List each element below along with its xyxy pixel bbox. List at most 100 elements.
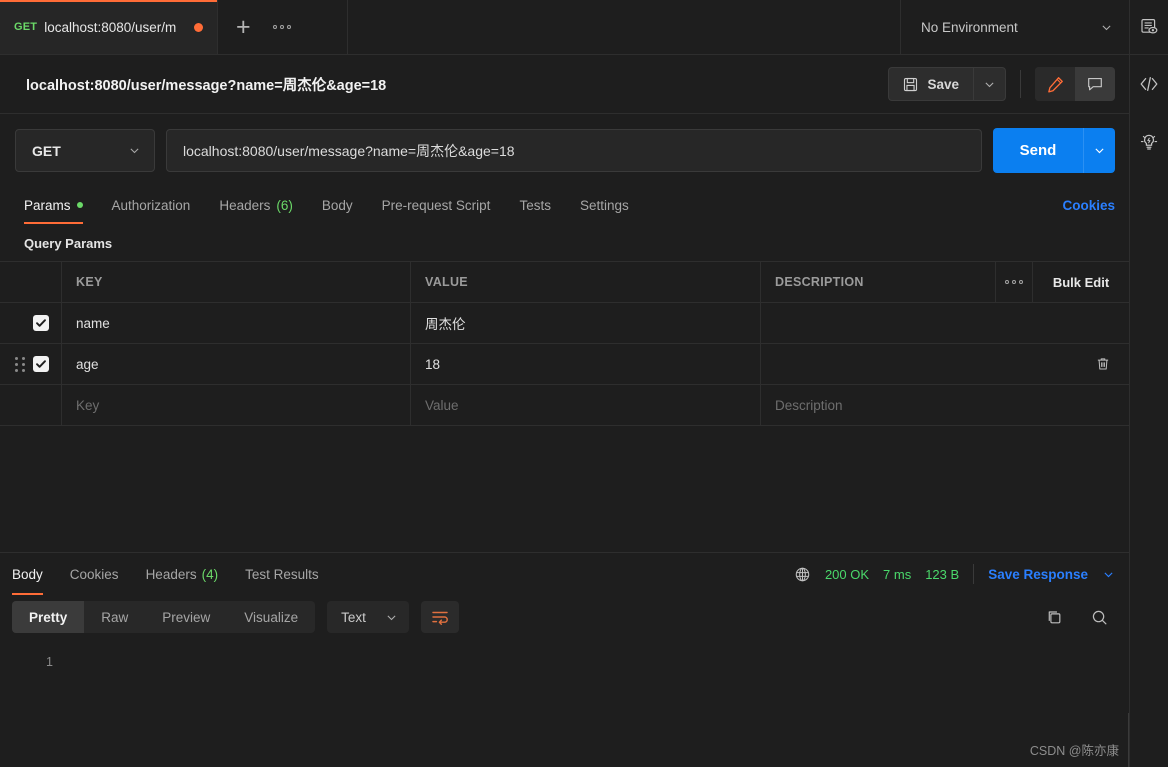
- save-options-button[interactable]: [973, 67, 1006, 101]
- tab-headers[interactable]: Headers (6): [219, 186, 293, 224]
- row-description-cell[interactable]: Description: [761, 385, 1129, 425]
- check-icon: [36, 360, 46, 368]
- key-placeholder: Key: [76, 397, 100, 413]
- response-tabs: Body Cookies Headers (4) Test Results 20…: [0, 553, 1129, 595]
- tab-label: Pre-request Script: [381, 197, 491, 213]
- right-sidebar: [1129, 0, 1168, 767]
- bulk-edit-button[interactable]: Bulk Edit: [1033, 262, 1129, 302]
- request-empty-area: [0, 426, 1129, 553]
- send-button[interactable]: Send: [993, 128, 1083, 173]
- table-row: age 18: [0, 344, 1129, 385]
- postman-window: GET localhost:8080/user/m + No Environme…: [0, 0, 1168, 767]
- tab-label: Params: [24, 197, 71, 213]
- response-format-select[interactable]: Text: [327, 601, 410, 633]
- response-view-controls: Pretty Raw Preview Visualize Text: [0, 595, 1129, 641]
- tab-label: Headers: [219, 197, 271, 213]
- cookies-link[interactable]: Cookies: [1062, 198, 1115, 213]
- param-value: 18: [425, 356, 441, 372]
- save-group: Save: [888, 67, 1006, 101]
- tab-label: Authorization: [111, 197, 191, 213]
- code-snippet-button[interactable]: [1130, 55, 1168, 113]
- delete-param-button[interactable]: [1095, 356, 1111, 372]
- row-checkbox-cell: [0, 344, 62, 384]
- tab-title-label: localhost:8080/user/m: [44, 19, 177, 35]
- header-tools: [1035, 67, 1115, 101]
- params-modified-dot: [76, 202, 83, 208]
- comment-icon: [1088, 78, 1102, 91]
- response-tab-cookies[interactable]: Cookies: [70, 553, 119, 595]
- response-tab-body[interactable]: Body: [12, 553, 43, 595]
- param-value: 周杰伦: [425, 317, 466, 332]
- view-mode-pretty[interactable]: Pretty: [12, 601, 85, 633]
- environment-label: No Environment: [921, 19, 1018, 35]
- search-icon[interactable]: [1090, 608, 1109, 627]
- watermark-edge: [1128, 713, 1129, 767]
- tab-label: Settings: [579, 197, 629, 213]
- row-key-cell[interactable]: Key: [62, 385, 411, 425]
- tab-actions: +: [218, 0, 348, 54]
- param-checkbox[interactable]: [33, 315, 49, 331]
- response-tab-test-results[interactable]: Test Results: [245, 553, 319, 595]
- row-value-cell[interactable]: 18: [411, 344, 761, 384]
- drag-handle-icon[interactable]: [15, 356, 26, 372]
- row-description-cell[interactable]: [761, 303, 1129, 343]
- view-mode-visualize[interactable]: Visualize: [227, 601, 315, 633]
- new-tab-icon[interactable]: +: [236, 14, 251, 40]
- response-tab-headers[interactable]: Headers (4): [146, 553, 219, 595]
- response-view-modes: Pretty Raw Preview Visualize: [12, 601, 316, 633]
- row-value-cell[interactable]: 周杰伦: [411, 303, 761, 343]
- row-key-cell[interactable]: age: [62, 344, 411, 384]
- table-row: name 周杰伦: [0, 303, 1129, 344]
- tab-pre-request-script[interactable]: Pre-request Script: [382, 186, 491, 224]
- view-mode-preview[interactable]: Preview: [145, 601, 227, 633]
- chevron-down-icon: [985, 82, 994, 87]
- http-method-select[interactable]: GET: [15, 129, 155, 172]
- tab-body[interactable]: Body: [322, 186, 353, 224]
- url-value: localhost:8080/user/message?name=周杰伦&age…: [183, 142, 515, 159]
- pencil-icon: [1047, 76, 1063, 92]
- word-wrap-button[interactable]: [421, 601, 460, 633]
- globe-icon[interactable]: [794, 566, 811, 583]
- params-more-options-icon[interactable]: [995, 262, 1033, 302]
- chevron-down-icon[interactable]: [1102, 568, 1115, 581]
- response-body[interactable]: 1 CSDN @陈亦康: [0, 641, 1129, 767]
- tab-method-label: GET: [14, 21, 38, 33]
- view-mode-raw[interactable]: Raw: [84, 601, 145, 633]
- tab-authorization[interactable]: Authorization: [112, 186, 191, 224]
- send-label: Send: [1019, 142, 1057, 159]
- param-checkbox[interactable]: [33, 356, 49, 372]
- comment-button[interactable]: [1075, 67, 1115, 101]
- chevron-down-icon: [1102, 25, 1111, 30]
- save-button[interactable]: Save: [888, 67, 973, 101]
- word-wrap-icon: [432, 611, 448, 625]
- row-key-cell[interactable]: name: [62, 303, 411, 343]
- tab-bar-spacer: [348, 0, 901, 54]
- tab-label: Test Results: [245, 566, 319, 582]
- tab-label: Body: [12, 566, 43, 582]
- environment-selector[interactable]: No Environment: [901, 0, 1129, 54]
- trash-icon: [1097, 358, 1109, 370]
- tab-settings[interactable]: Settings: [580, 186, 629, 224]
- save-response-button[interactable]: Save Response: [988, 567, 1088, 582]
- edit-request-button[interactable]: [1035, 67, 1075, 101]
- tab-count: (4): [201, 566, 219, 582]
- tab-label: Body: [321, 197, 353, 213]
- http-method-value: GET: [32, 142, 61, 159]
- column-header-description: DESCRIPTION: [775, 275, 864, 289]
- tab-more-options-icon[interactable]: [272, 25, 291, 29]
- send-options-button[interactable]: [1083, 128, 1115, 173]
- url-input[interactable]: localhost:8080/user/message?name=周杰伦&age…: [166, 129, 982, 172]
- column-header-key: KEY: [76, 275, 103, 289]
- row-description-cell[interactable]: [761, 344, 1129, 384]
- documentation-button[interactable]: [1130, 113, 1168, 171]
- tab-tests[interactable]: Tests: [519, 186, 551, 224]
- header-checkbox-cell: [0, 262, 62, 302]
- column-header-value: VALUE: [425, 275, 468, 289]
- unsaved-changes-dot: [194, 22, 203, 32]
- request-tab-active[interactable]: GET localhost:8080/user/m: [0, 0, 218, 54]
- send-group: Send: [993, 128, 1115, 173]
- environment-quick-look-button[interactable]: [1130, 0, 1168, 55]
- tab-params[interactable]: Params: [24, 186, 83, 224]
- row-value-cell[interactable]: Value: [411, 385, 761, 425]
- copy-icon[interactable]: [1045, 608, 1064, 627]
